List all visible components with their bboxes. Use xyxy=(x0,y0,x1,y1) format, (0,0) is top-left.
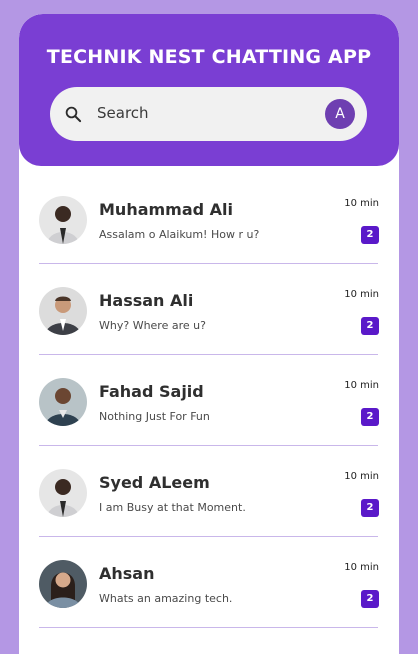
search-input[interactable]: Search xyxy=(97,104,149,122)
unread-badge: 2 xyxy=(361,226,379,244)
chat-item[interactable]: Ahsan Whats an amazing tech. 10 min 2 xyxy=(19,546,399,637)
chat-list: Muhammad Ali Assalam o Alaikum! How r u?… xyxy=(19,182,399,637)
contact-name: Fahad Sajid xyxy=(99,382,204,401)
avatar xyxy=(39,196,87,244)
avatar xyxy=(39,469,87,517)
divider xyxy=(39,354,378,355)
chat-item[interactable]: Syed ALeem I am Busy at that Moment. 10 … xyxy=(19,455,399,546)
contact-name: Syed ALeem xyxy=(99,473,210,492)
phone-screen: TECHNIK NEST CHATTING APP Search A Muham… xyxy=(19,14,399,654)
search-bar[interactable]: Search A xyxy=(50,87,367,141)
message-time: 10 min xyxy=(344,562,379,573)
divider xyxy=(39,536,378,537)
chat-item[interactable]: Fahad Sajid Nothing Just For Fun 10 min … xyxy=(19,364,399,455)
last-message: Nothing Just For Fun xyxy=(99,410,210,423)
profile-avatar-button[interactable]: A xyxy=(325,99,355,129)
app-title: TECHNIK NEST CHATTING APP xyxy=(46,46,372,68)
chat-item[interactable]: Hassan Ali Why? Where are u? 10 min 2 xyxy=(19,273,399,364)
unread-badge: 2 xyxy=(361,499,379,517)
chat-item[interactable]: Muhammad Ali Assalam o Alaikum! How r u?… xyxy=(19,182,399,273)
message-time: 10 min xyxy=(344,471,379,482)
message-time: 10 min xyxy=(344,380,379,391)
app-header: TECHNIK NEST CHATTING APP Search A xyxy=(19,14,399,166)
divider xyxy=(39,627,378,628)
divider xyxy=(39,445,378,446)
contact-name: Ahsan xyxy=(99,564,155,583)
unread-badge: 2 xyxy=(361,590,379,608)
avatar xyxy=(39,560,87,608)
unread-badge: 2 xyxy=(361,317,379,335)
divider xyxy=(39,263,378,264)
last-message: Assalam o Alaikum! How r u? xyxy=(99,228,260,241)
contact-name: Hassan Ali xyxy=(99,291,194,310)
last-message: I am Busy at that Moment. xyxy=(99,501,246,514)
last-message: Whats an amazing tech. xyxy=(99,592,233,605)
avatar xyxy=(39,287,87,335)
unread-badge: 2 xyxy=(361,408,379,426)
message-time: 10 min xyxy=(344,289,379,300)
contact-name: Muhammad Ali xyxy=(99,200,234,219)
last-message: Why? Where are u? xyxy=(99,319,206,332)
message-time: 10 min xyxy=(344,198,379,209)
avatar xyxy=(39,378,87,426)
search-icon[interactable] xyxy=(64,105,82,123)
